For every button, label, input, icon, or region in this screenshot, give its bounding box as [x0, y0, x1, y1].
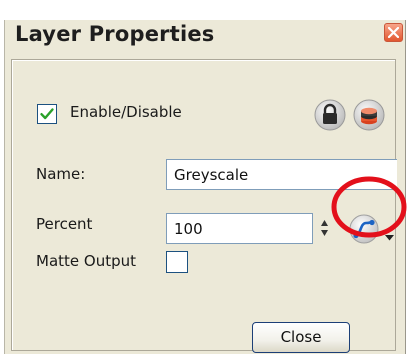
spinner-arrows-icon[interactable]	[320, 219, 329, 241]
checkmark-icon	[40, 108, 54, 120]
window-title: Layer Properties	[15, 22, 215, 46]
percent-label: Percent	[36, 215, 93, 233]
close-icon[interactable]	[384, 23, 403, 42]
layer-stack-icon[interactable]	[353, 99, 385, 135]
lock-icon[interactable]	[314, 99, 346, 135]
close-button[interactable]: Close	[252, 322, 350, 353]
screenshot: Layer Properties Enable/Disable Name: Gr…	[0, 0, 418, 354]
title-bar[interactable]: Layer Properties	[5, 20, 405, 51]
name-label: Name:	[36, 165, 86, 183]
matte-output-checkbox[interactable]	[166, 251, 188, 273]
enable-label: Enable/Disable	[70, 103, 182, 121]
enable-checkbox[interactable]	[37, 104, 57, 124]
matte-output-label: Matte Output	[36, 252, 136, 270]
percent-input[interactable]: 100	[166, 213, 313, 244]
highlight-circle	[331, 176, 407, 238]
